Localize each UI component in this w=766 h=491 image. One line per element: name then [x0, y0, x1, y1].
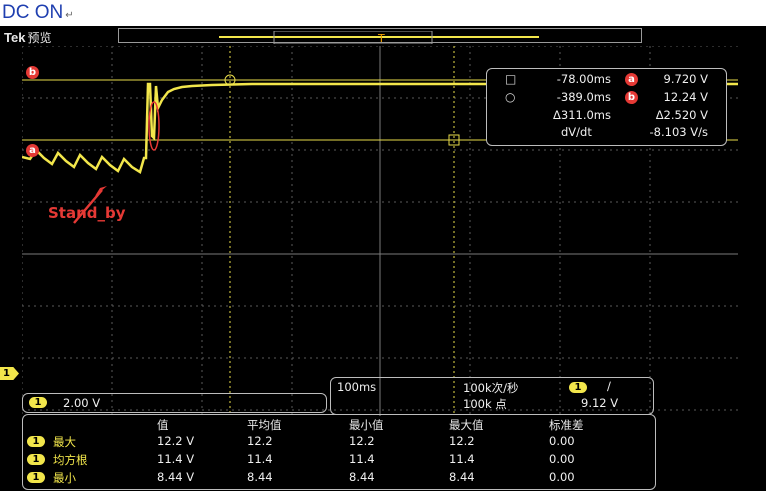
stat-max: 8.44	[449, 470, 475, 484]
circle-cursor-icon: ○	[505, 90, 516, 104]
channel1-ground-marker[interactable]: 1	[0, 367, 19, 380]
cursor-readout-panel: □ -78.00ms a 9.720 V ○ -389.0ms b 12.24 …	[486, 68, 727, 146]
record-overview-bar[interactable]: T	[118, 28, 642, 45]
stat-mean: 12.2	[247, 434, 273, 448]
stat-name: 最大	[53, 435, 76, 449]
readout-row-slope: dV/dt -8.103 V/s	[487, 125, 726, 140]
cursor-a-icon: a	[625, 73, 638, 86]
cursor-b-icon: b	[625, 91, 638, 104]
stats-row-max: 1 最大 12.2 V 12.2 12.2 12.2 0.00	[23, 433, 655, 449]
channel1-badge: 1	[27, 436, 45, 447]
stats-header-mean: 平均值	[247, 418, 282, 432]
record-length: 100k 点	[463, 397, 507, 411]
stats-header-max: 最大值	[449, 418, 484, 432]
stat-name: 最小	[53, 471, 76, 485]
slope-label: dV/dt	[561, 125, 592, 139]
title-text: DC ON	[2, 2, 64, 23]
overview-window: T	[219, 30, 539, 45]
stat-min: 12.2	[349, 434, 375, 448]
volts-per-div: 2.00 V	[63, 396, 101, 410]
trigger-channel-badge: 1	[569, 382, 587, 393]
readout-delta-time: Δ311.0ms	[553, 108, 611, 122]
readout-row-a: □ -78.00ms a 9.720 V	[487, 72, 726, 87]
readout-time: -78.00ms	[556, 72, 611, 86]
measurement-statistics-panel[interactable]: 值 平均值 最小值 最大值 标准差 1 最大 12.2 V 12.2 12.2 …	[22, 414, 656, 490]
stats-header-min: 最小值	[349, 418, 384, 432]
document-title: DC ON ↵	[2, 2, 74, 24]
stats-row-min: 1 最小 8.44 V 8.44 8.44 8.44 0.00	[23, 469, 655, 485]
stat-max: 11.4	[449, 452, 475, 466]
channel1-badge: 1	[27, 454, 45, 465]
slope-value: -8.103 V/s	[649, 125, 708, 139]
mode-label: 预览	[27, 31, 52, 45]
stat-value: 11.4 V	[157, 452, 195, 466]
trigger-position-icon: T	[377, 32, 385, 44]
stat-mean: 11.4	[247, 452, 273, 466]
stat-value: 12.2 V	[157, 434, 195, 448]
sample-rate: 100k次/秒	[463, 381, 519, 395]
brand-name: Tek	[4, 30, 26, 45]
channel1-badge: 1	[29, 397, 47, 408]
stats-header-stddev: 标准差	[549, 418, 584, 432]
paragraph-mark: ↵	[65, 10, 74, 21]
readout-row-b: ○ -389.0ms b 12.24 V	[487, 90, 726, 105]
stat-stddev: 0.00	[549, 470, 575, 484]
brand-label: Tek 预览	[4, 29, 51, 46]
vertical-scale-panel[interactable]: 1 2.00 V	[22, 393, 327, 413]
readout-delta-voltage: Δ2.520 V	[655, 108, 708, 122]
oscilloscope-screen: Tek 预览 T b a Stand_by □ -78.00ms a 9.720…	[0, 26, 766, 491]
stat-name: 均方根	[53, 453, 88, 467]
stat-min: 11.4	[349, 452, 375, 466]
stat-mean: 8.44	[247, 470, 273, 484]
readout-row-delta: Δ311.0ms Δ2.520 V	[487, 108, 726, 123]
channel1-badge: 1	[27, 472, 45, 483]
readout-voltage: 12.24 V	[663, 90, 708, 104]
square-cursor-icon: □	[505, 72, 517, 86]
standby-annotation: Stand_by	[48, 204, 126, 222]
stat-stddev: 0.00	[549, 452, 575, 466]
stat-stddev: 0.00	[549, 434, 575, 448]
stat-min: 8.44	[349, 470, 375, 484]
readout-voltage: 9.720 V	[663, 72, 708, 86]
readout-time: -389.0ms	[556, 90, 611, 104]
stat-max: 12.2	[449, 434, 475, 448]
trigger-level: 9.12 V	[581, 396, 619, 410]
horizontal-trigger-panel[interactable]: 100ms 100k次/秒 100k 点 1 ∕ 9.12 V	[330, 377, 654, 415]
rising-edge-icon: ∕	[607, 379, 611, 393]
stat-value: 8.44 V	[157, 470, 195, 484]
scope-top-bar: Tek 预览 T	[0, 26, 766, 46]
cursor-a-badge[interactable]: a	[26, 144, 39, 157]
time-per-div: 100ms	[337, 380, 377, 394]
cursor-b-badge[interactable]: b	[26, 66, 39, 79]
stats-header-value: 值	[157, 418, 169, 432]
stats-row-rms: 1 均方根 11.4 V 11.4 11.4 11.4 0.00	[23, 451, 655, 467]
